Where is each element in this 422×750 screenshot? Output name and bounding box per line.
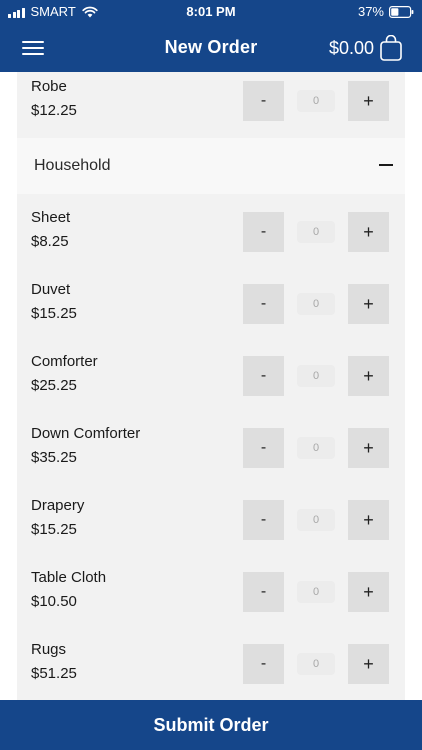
decrease-quantity-button[interactable]: - [243, 644, 284, 684]
item-price: $10.50 [31, 593, 77, 610]
item-name: Drapery [31, 497, 85, 514]
list-item: Table Cloth $10.50 - 0 + [17, 563, 405, 635]
decrease-quantity-button[interactable]: - [243, 81, 284, 121]
category-header-household[interactable]: Household [17, 138, 405, 194]
item-price: $35.25 [31, 449, 77, 466]
quantity-field[interactable]: 0 [297, 509, 335, 531]
increase-quantity-button[interactable]: + [348, 284, 389, 324]
decrease-quantity-button[interactable]: - [243, 356, 284, 396]
item-name: Rugs [31, 641, 67, 658]
collapse-minus-icon[interactable] [379, 164, 393, 166]
decrease-quantity-button[interactable]: - [243, 284, 284, 324]
quantity-field[interactable]: 0 [297, 581, 335, 603]
list-item: Drapery $15.25 - 0 + [17, 491, 405, 563]
quantity-field[interactable]: 0 [297, 437, 335, 459]
item-name: Sheet [31, 209, 71, 226]
quantity-field[interactable]: 0 [297, 653, 335, 675]
item-price: $51.25 [31, 665, 77, 682]
cart-total[interactable]: $0.00 [329, 38, 374, 59]
increase-quantity-button[interactable]: + [348, 356, 389, 396]
app-top-bar: SMART 8:01 PM 37% New Order $0.00 [0, 0, 422, 72]
list-item: Rugs $51.25 - 0 + [17, 635, 405, 700]
item-name: Comforter [31, 353, 98, 370]
header: New Order $0.00 [0, 28, 422, 68]
item-name: Down Comforter [31, 425, 141, 442]
increase-quantity-button[interactable]: + [348, 572, 389, 612]
item-price: $15.25 [31, 521, 77, 538]
item-name: Table Cloth [31, 569, 107, 586]
quantity-field[interactable]: 0 [297, 365, 335, 387]
battery-percent: 37% [357, 4, 384, 19]
list-item-robe: Robe $12.25 - 0 + [17, 72, 405, 144]
item-name: Duvet [31, 281, 71, 298]
item-price: $15.25 [31, 305, 77, 322]
quantity-field[interactable]: 0 [297, 90, 335, 112]
decrease-quantity-button[interactable]: - [243, 572, 284, 612]
decrease-quantity-button[interactable]: - [243, 428, 284, 468]
list-item: Comforter $25.25 - 0 + [17, 347, 405, 419]
list-item: Sheet $8.25 - 0 + [17, 203, 405, 275]
item-price: $12.25 [31, 102, 77, 119]
quantity-field[interactable]: 0 [297, 221, 335, 243]
quantity-field[interactable]: 0 [297, 293, 335, 315]
increase-quantity-button[interactable]: + [348, 644, 389, 684]
shopping-bag-icon[interactable] [380, 35, 402, 61]
status-bar: SMART 8:01 PM 37% [0, 0, 422, 24]
increase-quantity-button[interactable]: + [348, 81, 389, 121]
increase-quantity-button[interactable]: + [348, 500, 389, 540]
list-item: Down Comforter $35.25 - 0 + [17, 419, 405, 491]
increase-quantity-button[interactable]: + [348, 428, 389, 468]
list-item: Duvet $15.25 - 0 + [17, 275, 405, 347]
item-price: $8.25 [31, 233, 69, 250]
submit-order-button[interactable]: Submit Order [0, 700, 422, 750]
decrease-quantity-button[interactable]: - [243, 212, 284, 252]
category-label: Household [34, 157, 111, 174]
item-price: $25.25 [31, 377, 77, 394]
status-right: 37% [358, 4, 414, 19]
order-item-list[interactable]: Robe $12.25 - 0 + Household Sheet $8.25 … [17, 72, 405, 700]
battery-icon [389, 5, 414, 18]
increase-quantity-button[interactable]: + [348, 212, 389, 252]
item-name: Robe [31, 78, 67, 95]
decrease-quantity-button[interactable]: - [243, 500, 284, 540]
